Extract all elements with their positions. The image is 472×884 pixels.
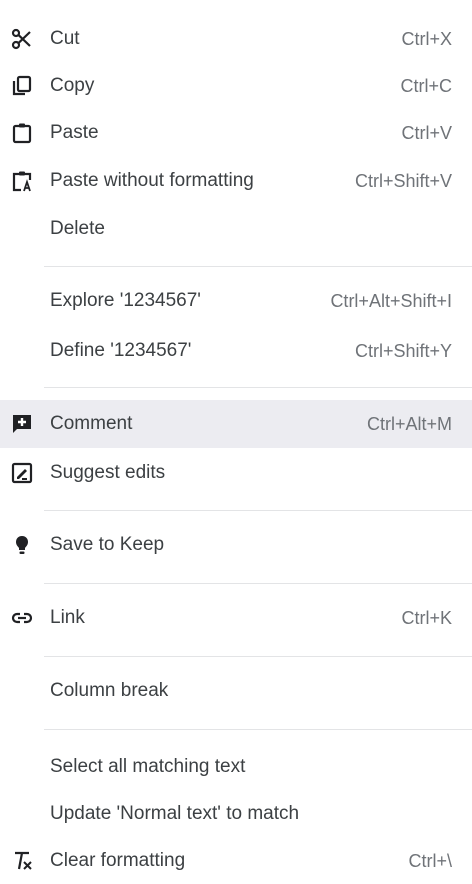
- menu-item-shortcut: Ctrl+C: [400, 75, 452, 96]
- lightbulb-icon: [10, 533, 34, 557]
- menu-item-label: Cut: [50, 28, 80, 49]
- menu-item-label: Link: [50, 607, 85, 628]
- paste-plain-icon: [10, 169, 34, 193]
- menu-item-explore[interactable]: Explore '1234567' Ctrl+Alt+Shift+I: [0, 278, 472, 324]
- menu-item-shortcut: Ctrl+K: [401, 607, 452, 628]
- menu-item-label: Explore '1234567': [50, 290, 201, 311]
- menu-item-define[interactable]: Define '1234567' Ctrl+Shift+Y: [0, 328, 472, 374]
- clipboard-icon: [10, 121, 34, 145]
- menu-item-column-break[interactable]: Column break: [0, 668, 472, 714]
- menu-item-label: Copy: [50, 75, 95, 96]
- suggest-edits-icon: [10, 461, 34, 485]
- menu-item-comment[interactable]: Comment Ctrl+Alt+M: [0, 400, 472, 448]
- menu-item-label: Clear formatting: [50, 850, 186, 871]
- menu-item-shortcut: Ctrl+\: [408, 850, 452, 871]
- menu-item-delete[interactable]: Delete: [0, 206, 472, 252]
- menu-separator: [44, 729, 472, 730]
- link-icon: [10, 606, 34, 630]
- menu-item-update-normal-text[interactable]: Update 'Normal text' to match: [0, 791, 472, 837]
- menu-item-label: Column break: [50, 680, 169, 701]
- menu-item-link[interactable]: Link Ctrl+K: [0, 595, 472, 641]
- menu-item-label: Save to Keep: [50, 534, 165, 555]
- menu-item-cut[interactable]: Cut Ctrl+X: [0, 16, 472, 62]
- menu-item-label: Update 'Normal text' to match: [50, 803, 300, 824]
- menu-item-label: Paste without formatting: [50, 170, 254, 191]
- menu-item-shortcut: Ctrl+Shift+Y: [354, 340, 452, 361]
- clear-formatting-icon: [10, 849, 34, 873]
- context-menu: Cut Ctrl+X Copy Ctrl+C Paste Ctrl+V Past…: [0, 0, 472, 878]
- menu-item-shortcut: Ctrl+V: [401, 122, 452, 143]
- menu-separator: [44, 387, 472, 388]
- menu-item-save-to-keep[interactable]: Save to Keep: [0, 522, 472, 568]
- menu-item-label: Comment: [50, 413, 133, 434]
- menu-separator: [44, 510, 472, 511]
- menu-item-clear-formatting[interactable]: Clear formatting Ctrl+\: [0, 838, 472, 884]
- menu-item-select-all-matching-text[interactable]: Select all matching text: [0, 744, 472, 790]
- menu-item-suggest-edits[interactable]: Suggest edits: [0, 450, 472, 496]
- menu-item-label: Suggest edits: [50, 462, 166, 483]
- menu-item-shortcut: Ctrl+Alt+Shift+I: [330, 290, 452, 311]
- menu-item-shortcut: Ctrl+X: [401, 28, 452, 49]
- menu-item-label: Delete: [50, 218, 105, 239]
- menu-item-copy[interactable]: Copy Ctrl+C: [0, 63, 472, 109]
- add-comment-icon: [10, 412, 34, 436]
- menu-item-paste-without-formatting[interactable]: Paste without formatting Ctrl+Shift+V: [0, 158, 472, 204]
- menu-separator: [44, 656, 472, 657]
- menu-item-shortcut: Ctrl+Shift+V: [354, 170, 452, 191]
- menu-item-paste[interactable]: Paste Ctrl+V: [0, 110, 472, 156]
- copy-icon: [10, 74, 34, 98]
- menu-separator: [44, 266, 472, 267]
- menu-item-label: Paste: [50, 122, 99, 143]
- menu-item-shortcut: Ctrl+Alt+M: [366, 413, 452, 434]
- menu-item-label: Define '1234567': [50, 340, 192, 361]
- menu-separator: [44, 583, 472, 584]
- scissors-icon: [10, 27, 34, 51]
- menu-item-label: Select all matching text: [50, 756, 246, 777]
